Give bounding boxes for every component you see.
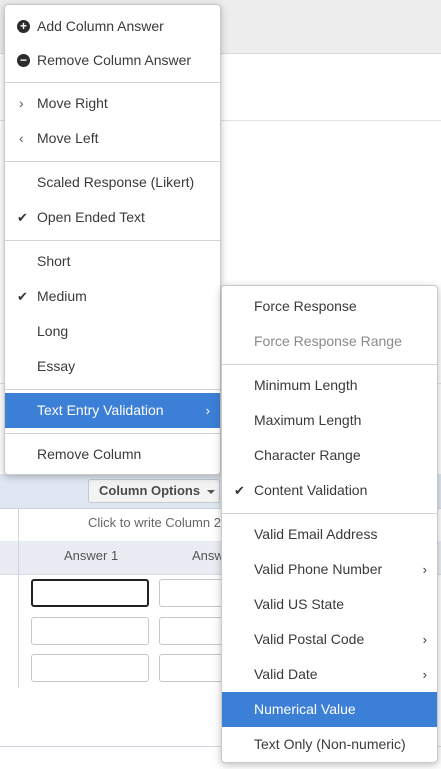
character-range-item[interactable]: Character Range: [222, 438, 437, 473]
menu-item-label: Essay: [37, 358, 76, 374]
text-entry-cell[interactable]: [31, 654, 149, 682]
remove-column-item[interactable]: Remove Column: [5, 437, 220, 472]
divider: [18, 508, 19, 688]
answer-1-label[interactable]: Answer 1: [64, 548, 118, 563]
text-only-item[interactable]: Text Only (Non-numeric): [222, 727, 437, 762]
menu-item-label: Add Column Answer: [37, 18, 164, 34]
minimum-length-item[interactable]: Minimum Length: [222, 368, 437, 403]
move-right-item[interactable]: › Move Right: [5, 86, 220, 121]
menu-item-label: Text Entry Validation: [37, 402, 164, 418]
column-options-label: Column Options: [99, 483, 201, 498]
remove-column-answer-item[interactable]: − Remove Column Answer: [5, 43, 220, 78]
menu-separator: [5, 389, 220, 390]
text-entry-cell[interactable]: [31, 579, 149, 607]
menu-item-label: Minimum Length: [254, 377, 358, 393]
menu-separator: [5, 433, 220, 434]
menu-separator: [222, 364, 437, 365]
menu-item-label: Long: [37, 323, 69, 339]
menu-item-label: Numerical Value: [254, 701, 356, 717]
menu-item-label: Force Response: [254, 298, 357, 314]
open-ended-text-item[interactable]: ✔ Open Ended Text: [5, 200, 220, 235]
add-column-answer-item[interactable]: + Add Column Answer: [5, 9, 220, 44]
force-response-range-item: Force Response Range: [222, 324, 437, 359]
menu-separator: [5, 240, 220, 241]
answer-2-label[interactable]: Answ: [192, 548, 224, 563]
menu-item-label: Valid Postal Code: [254, 631, 365, 647]
maximum-length-item[interactable]: Maximum Length: [222, 403, 437, 438]
valid-date-item[interactable]: Valid Date ›: [222, 657, 437, 692]
text-entry-validation-item[interactable]: Text Entry Validation ›: [5, 393, 220, 428]
valid-postal-item[interactable]: Valid Postal Code ›: [222, 622, 437, 657]
chevron-left-icon: ‹: [19, 130, 24, 146]
menu-item-label: Move Right: [37, 95, 108, 111]
menu-item-label: Valid Phone Number: [254, 561, 383, 577]
menu-item-label: Force Response Range: [254, 333, 402, 349]
menu-separator: [5, 161, 220, 162]
numerical-value-item[interactable]: Numerical Value: [222, 692, 437, 727]
menu-item-label: Maximum Length: [254, 412, 362, 428]
valid-us-state-item[interactable]: Valid US State: [222, 587, 437, 622]
medium-item[interactable]: ✔ Medium: [5, 279, 220, 314]
menu-item-label: Open Ended Text: [37, 209, 145, 225]
valid-email-item[interactable]: Valid Email Address: [222, 517, 437, 552]
column-context-menu: + Add Column Answer − Remove Column Answ…: [4, 4, 221, 475]
text-entry-validation-submenu: Force Response Force Response Range Mini…: [221, 285, 438, 763]
menu-separator: [5, 82, 220, 83]
menu-item-label: Scaled Response (Likert): [37, 174, 195, 190]
chevron-right-icon: ›: [422, 562, 427, 577]
force-response-item[interactable]: Force Response: [222, 289, 437, 324]
menu-item-label: Move Left: [37, 130, 99, 146]
menu-item-label: Valid US State: [254, 596, 345, 612]
chevron-right-icon: ›: [422, 667, 427, 682]
menu-item-label: Remove Column Answer: [37, 52, 192, 68]
menu-item-label: Character Range: [254, 447, 361, 463]
content-validation-item[interactable]: ✔ Content Validation: [222, 473, 437, 508]
menu-item-label: Content Validation: [254, 482, 368, 498]
valid-phone-item[interactable]: Valid Phone Number ›: [222, 552, 437, 587]
text-entry-cell[interactable]: [31, 617, 149, 645]
checkmark-icon: ✔: [17, 210, 28, 225]
column-options-button[interactable]: Column Options: [88, 479, 220, 503]
chevron-right-icon: ›: [19, 95, 24, 111]
checkmark-icon: ✔: [234, 483, 245, 498]
caret-down-icon: [207, 490, 215, 494]
essay-item[interactable]: Essay: [5, 349, 220, 384]
menu-item-label: Valid Email Address: [254, 526, 378, 542]
menu-item-label: Text Only (Non-numeric): [254, 736, 406, 752]
chevron-right-icon: ›: [422, 632, 427, 647]
plus-circle-icon: +: [17, 20, 30, 33]
menu-item-label: Remove Column: [37, 446, 142, 462]
short-item[interactable]: Short: [5, 244, 220, 279]
chevron-right-icon: ›: [205, 403, 210, 418]
move-left-item[interactable]: ‹ Move Left: [5, 121, 220, 156]
checkmark-icon: ✔: [17, 289, 28, 304]
menu-separator: [222, 513, 437, 514]
minus-circle-icon: −: [17, 54, 30, 67]
long-item[interactable]: Long: [5, 314, 220, 349]
menu-item-label: Valid Date: [254, 666, 318, 682]
scaled-response-item[interactable]: Scaled Response (Likert): [5, 165, 220, 200]
menu-item-label: Medium: [37, 288, 87, 304]
column-header-placeholder[interactable]: Click to write Column 2: [88, 515, 221, 530]
menu-item-label: Short: [37, 253, 71, 269]
